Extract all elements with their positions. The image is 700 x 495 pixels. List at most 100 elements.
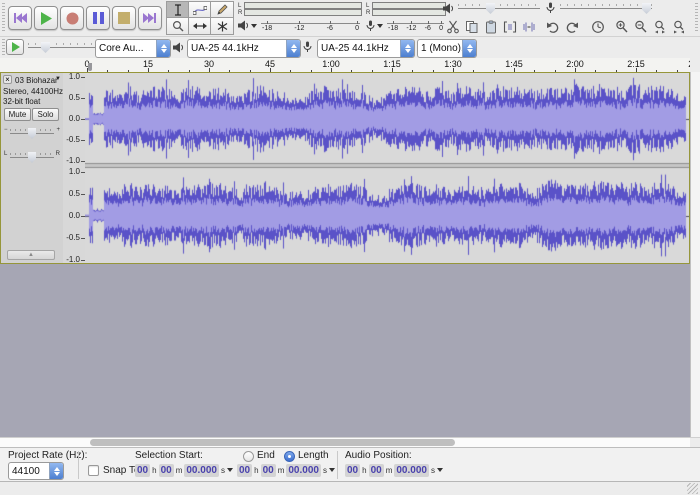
meter-dropdown-arrow[interactable] [251,24,257,31]
zoom-in-icon [615,20,629,34]
track-collapse-button[interactable]: ▲ [7,250,55,260]
track-sample-format: 32-bit float [3,97,41,106]
microphone-icon [366,20,375,32]
input-volume-thumb[interactable] [642,3,651,14]
separator [337,451,338,479]
selection-start-time[interactable]: 00 h 00 m 00.000 s [135,462,233,478]
playback-meter[interactable]: LR -18 -12 -6 0 [238,2,362,33]
undo-button[interactable] [543,19,562,35]
redo-button[interactable] [562,19,581,35]
playback-meter-scale: -18 -12 -6 0 [261,21,360,32]
status-bar [0,481,700,495]
track-menu-arrow[interactable]: ▼ [55,76,61,82]
trim-icon [503,20,517,34]
multi-tool-button[interactable] [210,17,234,35]
pan-thumb[interactable] [28,152,36,163]
end-radio[interactable] [243,451,254,462]
mute-button[interactable]: Mute [4,108,31,121]
playback-speed-thumb[interactable] [41,42,50,53]
gain-thumb[interactable] [28,128,36,139]
clock-icon [591,20,605,34]
input-channels-select[interactable]: 1 (Mono)... [417,39,477,58]
playback-speed-slider[interactable] [28,40,98,54]
pan-right-label: R [55,151,60,157]
audio-position-time[interactable]: 00 h 00 m 00.000 s [345,462,443,478]
zoom-in-button[interactable] [612,19,631,35]
zoom-out-button[interactable] [631,19,650,35]
snap-to-checkbox[interactable] [88,465,99,476]
zoom-out-icon [634,20,648,34]
toolbar-gripper[interactable] [2,3,5,33]
fit-selection-button[interactable] [650,19,669,35]
clipboard-icon [484,20,498,34]
playhead-cursor[interactable] [88,63,92,71]
pan-slider[interactable]: L R [4,149,60,165]
time-shift-tool-button[interactable] [188,17,212,35]
separator [78,451,79,479]
recording-meter[interactable]: LR -18 -12 -6 0 [366,2,446,33]
meter-dropdown-arrow[interactable] [377,24,383,31]
empty-track-area [0,264,690,437]
paste-button[interactable] [481,19,500,35]
time-format-arrow[interactable] [436,468,443,475]
pencil-icon [216,4,228,16]
project-rate-select[interactable]: 44100 [8,462,64,480]
vertical-scrollbar[interactable] [690,72,700,437]
trim-outside-selection-button[interactable] [500,19,519,35]
horizontal-scrollbar-thumb[interactable] [90,439,455,446]
audacity-window: LR -18 -12 -6 0 LR -18 -12 -6 0 Core Au.… [0,0,700,495]
play-at-speed-button[interactable] [6,39,24,55]
playback-device-select[interactable]: UA-25 44.1kHz [187,39,301,58]
length-radio[interactable] [284,451,295,462]
fit-project-button[interactable] [669,19,688,35]
playback-device-value: UA-25 44.1kHz [191,43,259,54]
copy-button[interactable] [462,19,481,35]
length-radio-label[interactable]: Length [298,450,329,461]
timeline-ruler[interactable]: 01530451:001:151:301:452:002:152:30 [0,58,700,73]
cut-button[interactable] [443,19,462,35]
gain-slider[interactable]: − + [4,125,60,141]
time-format-arrow[interactable] [328,468,335,475]
vertical-ruler[interactable]: 1.0 0.5 0.0 -0.5 -1.0 1.0 0.5 0.0 -0.5 -1.0 [63,73,86,263]
pan-left-label: L [4,151,8,157]
pause-button[interactable] [86,6,110,30]
waveform-canvas[interactable] [85,73,689,263]
recording-device-select[interactable]: UA-25 44.1kHz [317,39,415,58]
solo-button[interactable]: Solo [32,108,59,121]
record-button[interactable] [60,6,84,30]
silence-selection-button[interactable] [519,19,538,35]
resize-grip-icon[interactable] [687,483,698,494]
play-button[interactable] [34,6,58,30]
envelope-icon [193,5,207,16]
output-volume-slider[interactable] [458,1,540,15]
mixer-microphone-icon [546,2,555,14]
input-channels-value: 1 (Mono)... [421,43,462,54]
audio-track: × 03 Biohazar ▼ Stereo, 44100Hz 32-bit f… [0,72,690,264]
selection-toolbar: Project Rate (Hz): 44100 Snap To Selecti… [0,447,700,482]
mixer-speaker-icon [443,3,454,14]
time-format-arrow[interactable] [226,468,233,475]
toolbar-gripper[interactable] [2,39,5,56]
selection-length-time[interactable]: 00 h 00 m 00.000 s [237,462,335,478]
audio-host-select[interactable]: Core Au... [95,39,171,58]
track-format-info: Stereo, 44100Hz [3,87,64,96]
fit-project-icon [672,20,686,34]
output-volume-thumb[interactable] [486,3,495,14]
track-title[interactable]: 03 Biohazar [15,76,58,85]
input-volume-slider[interactable] [560,1,652,15]
project-rate-label: Project Rate (Hz): [8,450,88,461]
skip-to-start-button[interactable] [8,6,32,30]
second-toolbar-row: Core Au... UA-25 44.1kHz UA-25 44.1kHz 1… [0,37,700,59]
selection-start-label: Selection Start: [135,450,203,461]
track-close-button[interactable]: × [3,75,12,84]
skip-to-end-button[interactable] [138,6,162,30]
select-stepper-icon [156,40,170,57]
end-radio-label[interactable]: End [257,450,275,461]
asterisk-icon [217,21,228,32]
sync-lock-button[interactable] [588,19,607,35]
stop-button[interactable] [112,6,136,30]
toolbar-gripper[interactable] [695,3,698,33]
scissors-icon [446,20,460,34]
zoom-tool-button[interactable] [166,17,190,35]
audio-position-label: Audio Position: [345,450,412,461]
